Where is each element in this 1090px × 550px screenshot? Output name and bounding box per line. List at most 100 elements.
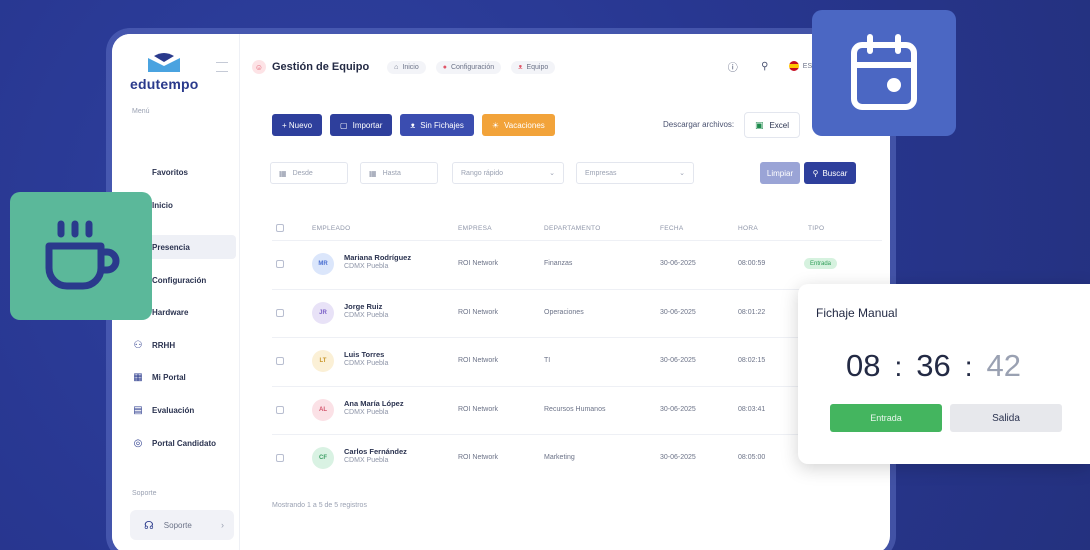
column-header[interactable]: HORA [738,225,758,232]
column-header[interactable]: DEPARTAMENTO [544,225,601,232]
sidebar-item-label: Configuración [152,275,207,285]
new-button-label: + Nuevo [282,120,313,130]
avatar: AL [312,398,334,421]
table-header: EMPLEADO EMPRESA DEPARTAMENTO FECHA HORA… [272,218,882,240]
punch-clock: 08 : 36 : 42 [846,348,1021,384]
support-button[interactable]: ☊ Soporte › [130,510,234,540]
date-cell: 30-06-2025 [660,357,696,364]
date-cell: 30-06-2025 [660,308,696,316]
new-button[interactable]: + Nuevo [272,114,323,136]
sidebar-item-label: Favoritos [152,167,189,177]
row-checkbox[interactable] [276,405,284,414]
excel-button[interactable]: ▣ Excel [744,112,800,138]
import-button[interactable]: ▢ Importar [330,114,393,136]
breadcrumb-label: Inicio [402,63,419,71]
search-icon: ⚲ [812,168,819,178]
breadcrumb-configuracion[interactable]: ● Configuración [435,60,502,74]
action-toolbar: + Nuevo ▢ Importar ᴥ Sin Fichajes ☀ Vacacio… [272,114,563,136]
calendar-icon: ▦ [279,168,287,178]
no-punches-button[interactable]: ᴥ Sin Fichajes [400,114,474,136]
menu-collapse-icon[interactable] [216,62,228,72]
to-date-input[interactable]: ▦ Hasta [360,162,438,184]
row-checkbox[interactable] [276,454,284,462]
sidebar-item-favoritos[interactable]: Favoritos [132,160,236,184]
chevron-right-icon: › [221,520,224,530]
employee-name: Mariana Rodríguez [344,253,412,262]
search-icon[interactable]: ⚲ [757,58,773,74]
column-header[interactable]: FECHA [660,225,684,232]
employee-location: CDMX Puebla [344,311,389,319]
column-header[interactable]: TIPO [808,225,824,232]
employee-name: Jorge Ruiz [344,301,383,311]
calendar-icon: ▦ [133,371,143,383]
avatar: LT [312,350,334,372]
breadcrumb-equipo[interactable]: ᴥ Equipo [511,60,556,74]
sidebar-item-label: Evaluación [152,405,195,415]
time-cell: 08:03:41 [738,405,766,413]
time-cell: 08:01:22 [738,308,766,316]
sidebar-item-label: Hardware [152,307,189,317]
company-cell: ROI Network [458,308,499,316]
avatar-initials: MR [318,261,328,267]
avatar-initials: JR [319,309,327,316]
company-cell: ROI Network [458,454,499,461]
sidebar-item-mi-portal[interactable]: ▦ Mi Portal [132,365,236,389]
table-row[interactable]: MR Mariana Rodríguez CDMX Puebla ROI Networ… [272,240,882,289]
sun-icon: ☀ [491,120,499,130]
avatar: CF [312,447,334,469]
row-checkbox[interactable] [276,357,284,365]
sidebar-item-evaluacion[interactable]: ▤ Evaluación [132,398,236,422]
spain-flag-icon [788,61,799,71]
time-cell: 08:05:00 [738,454,766,461]
quick-range-select[interactable]: Rango rápido ⌄ [452,162,564,184]
from-date-placeholder: Desde [292,169,313,177]
coffee-cup-icon [45,220,120,290]
upload-icon: ▢ [340,120,348,130]
employee-location: CDMX Puebla [344,457,389,464]
headset-icon: ☊ [144,519,154,532]
time-cell: 08:00:59 [738,260,766,267]
employee-name: Luis Torres [344,350,385,359]
language-label: ES [802,62,813,70]
people-icon: ᴥ [518,63,523,71]
vacation-button[interactable]: ☀ Vacaciones [481,114,555,136]
table-row[interactable]: AL Ana María López CDMX Puebla ROI Network R… [272,385,882,435]
department-cell: Finanzas [544,260,573,267]
companies-select[interactable]: Empresas ⌄ [576,162,694,184]
breadcrumb-inicio[interactable]: ⌂ Inicio [387,60,426,74]
breadcrumb-label: Configuración [450,63,495,71]
clock-in-button[interactable]: Entrada [830,404,942,432]
clock-out-button[interactable]: Salida [950,404,1062,432]
status-badge: Entrada [804,258,838,269]
row-checkbox[interactable] [276,308,284,317]
vacation-label: Vacaciones [504,120,545,130]
from-date-input[interactable]: ▦ Desde [270,162,348,184]
breadcrumb-label: Equipo [526,63,549,71]
avatar-initials: LT [319,358,327,364]
select-all-checkbox[interactable] [276,224,284,232]
people-icon: ⚇ [133,339,143,351]
column-header[interactable]: EMPRESA [458,225,492,232]
header-actions: ⓘ ⚲ ES ⌄ [709,58,822,74]
page-title: Gestión de Equipo [272,61,370,73]
table-row[interactable]: CF Carlos Fernández CDMX Puebla ROI Network… [272,434,882,483]
sidebar-section-support: Soporte [132,490,157,497]
sidebar-section-menu: Menú [132,108,150,115]
department-cell: Marketing [544,454,575,461]
search-button[interactable]: ⚲ Buscar [804,162,856,184]
table-row[interactable]: JR Jorge Ruiz CDMX Puebla ROI Network Operac… [272,288,882,338]
clear-button[interactable]: Limpiar [760,162,800,184]
column-header[interactable]: EMPLEADO [312,225,351,232]
avatar: MR [312,253,334,275]
sidebar-item-rrhh[interactable]: ⚇ RRHH [132,333,236,357]
brand-logo[interactable]: edutempo [130,52,200,102]
row-checkbox[interactable] [276,260,284,268]
download-label: Descargar archivos: [663,120,735,129]
globe-icon: ◎ [133,437,143,449]
table-row[interactable]: LT Luis Torres CDMX Puebla ROI Network TI 30-… [272,337,882,386]
manual-punch-card: Fichaje Manual 08 : 36 : 42 Entrada Sali… [798,284,1090,464]
help-icon[interactable]: ⓘ [725,58,741,74]
sidebar-item-portal-candidato[interactable]: ◎ Portal Candidato [132,431,236,455]
search-button-label: Buscar [822,168,848,178]
header: ☺ Gestión de Equipo ⌂ Inicio ● Configuraci… [252,52,882,82]
